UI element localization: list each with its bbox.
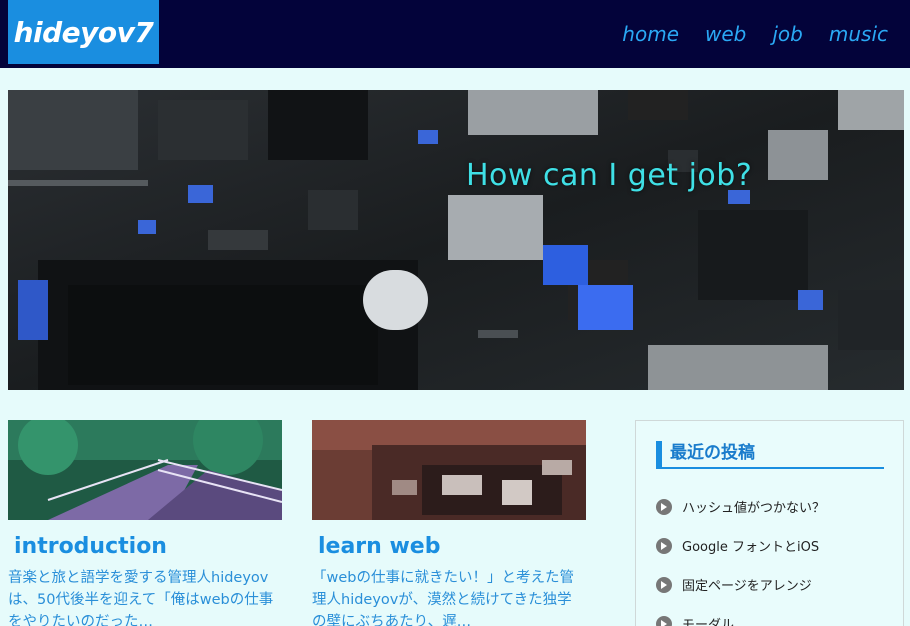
nav-link-home[interactable]: home: [622, 22, 679, 46]
nav-link-job[interactable]: job: [772, 22, 803, 46]
recent-post-item[interactable]: 固定ページをアレンジ: [656, 565, 825, 604]
recent-post-item[interactable]: Google フォントとiOS: [656, 526, 825, 565]
sidebar-heading: 最近の投稿: [656, 441, 884, 469]
card-excerpt: 「webの仕事に就きたい！」と考えた管理人hideyovが、漠然と続けてきた独学…: [312, 570, 574, 626]
recent-post-link[interactable]: Google フォントとiOS: [682, 536, 819, 555]
recent-post-link[interactable]: 固定ページをアレンジ: [682, 575, 812, 594]
hero-circuit-board-image: [8, 90, 904, 390]
chevron-circle-right-icon: [656, 576, 672, 593]
recent-post-item[interactable]: モーダル: [656, 604, 825, 626]
recent-post-link[interactable]: モーダル: [682, 614, 734, 626]
sidebar-heading-text: 最近の投稿: [670, 443, 755, 463]
post-card-learn-web[interactable]: learn web 「webの仕事に就きたい！」と考えた管理人hideyovが、…: [312, 420, 586, 626]
chevron-circle-right-icon: [656, 615, 672, 626]
main-nav: home web job music: [622, 22, 888, 46]
card-thumbnail-laptop-board[interactable]: [312, 420, 586, 520]
card-excerpt: 音楽と旅と語学を愛する管理人hideyovは、50代後半を迎えて「俺はwebの仕…: [8, 570, 274, 626]
hero-title: How can I get job?: [466, 158, 753, 193]
card-title[interactable]: learn web: [312, 534, 586, 559]
chevron-circle-right-icon: [656, 498, 672, 515]
site-logo-text[interactable]: hideyov7: [14, 16, 154, 49]
recent-post-link[interactable]: ハッシュ値がつかない？: [682, 497, 825, 516]
site-header: hideyov7 home web job music: [0, 0, 910, 68]
card-thumbnail-forest-boardwalk[interactable]: [8, 420, 282, 520]
hero-banner: How can I get job?: [8, 90, 904, 390]
nav-link-music[interactable]: music: [829, 22, 888, 46]
card-title[interactable]: introduction: [8, 534, 282, 559]
recent-posts-list: ハッシュ値がつかない？ Google フォントとiOS 固定ページをアレンジ モ…: [656, 487, 825, 626]
nav-link-web[interactable]: web: [705, 22, 746, 46]
recent-post-item[interactable]: ハッシュ値がつかない？: [656, 487, 825, 526]
sidebar-recent-posts: 最近の投稿 ハッシュ値がつかない？ Google フォントとiOS 固定ページを…: [635, 420, 904, 626]
chevron-circle-right-icon: [656, 537, 672, 554]
site-logo[interactable]: hideyov7: [8, 0, 159, 64]
post-card-introduction[interactable]: introduction 音楽と旅と語学を愛する管理人hideyovは、50代後…: [8, 420, 282, 626]
